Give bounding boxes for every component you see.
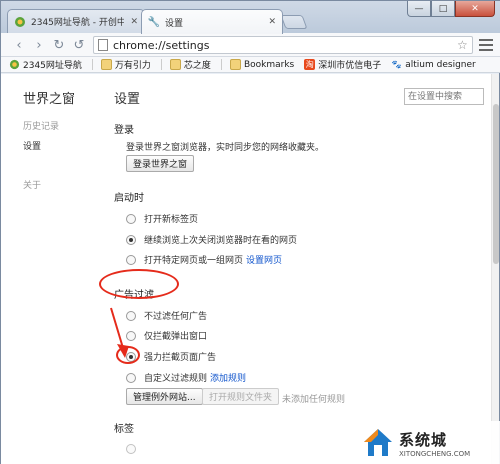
reload-icon: ↻ bbox=[53, 37, 65, 53]
bookmark-divider bbox=[160, 59, 162, 70]
restore-button[interactable]: □ bbox=[431, 1, 455, 17]
window-controls: — □ ✕ bbox=[407, 1, 495, 17]
globe-icon bbox=[9, 59, 20, 70]
close-window-button[interactable]: ✕ bbox=[455, 1, 495, 17]
sidebar-title: 世界之窗 bbox=[23, 92, 76, 107]
settings-page: 世界之窗 历史记录 设置 关于 设置 登录 登录世界之窗浏览器，实时同步您的网络… bbox=[1, 74, 493, 464]
annotation-arrow-icon bbox=[110, 307, 129, 358]
bookmark-label: 深圳市优信电子 bbox=[318, 61, 382, 71]
bookmark-altium[interactable]: 🐾 altium designer bbox=[391, 59, 476, 70]
radio-button[interactable] bbox=[126, 444, 136, 454]
bookmark-xinzhidu[interactable]: 芯之度 bbox=[169, 58, 211, 71]
startup-option-continue[interactable]: 继续浏览上次关闭浏览器时在看的网页 bbox=[126, 233, 297, 246]
star-icon[interactable]: ☆ bbox=[457, 38, 468, 52]
folder-icon bbox=[169, 59, 181, 70]
tabs-option-partial[interactable] bbox=[126, 444, 144, 454]
add-rule-link[interactable]: 添加规则 bbox=[210, 371, 246, 384]
option-label: 自定义过滤规则 bbox=[144, 374, 208, 384]
bookmark-label: 万有引力 bbox=[114, 61, 151, 71]
radio-button[interactable] bbox=[126, 234, 136, 245]
browser-window: 2345网址导航 - 开创中国 ✕ 🔧 设置 ✕ — □ ✕ ‹ › ↻ ↺ c… bbox=[0, 0, 500, 464]
undo-icon: ↺ bbox=[73, 37, 85, 53]
manage-exceptions-button[interactable]: 管理例外网站... bbox=[126, 388, 203, 405]
arrow-right-icon: › bbox=[36, 37, 42, 53]
startup-section-title: 启动时 bbox=[114, 193, 144, 204]
tab-label: 2345网址导航 - 开创中国 bbox=[31, 18, 125, 28]
radio-button[interactable] bbox=[126, 213, 136, 224]
option-label: 继续浏览上次关闭浏览器时在看的网页 bbox=[144, 236, 298, 246]
open-rules-folder-button[interactable]: 打开规则文件夹 bbox=[202, 388, 280, 405]
bookmark-wanyouyinli[interactable]: 万有引力 bbox=[100, 58, 151, 71]
bookmark-2345[interactable]: 2345网址导航 bbox=[9, 58, 82, 71]
page-title: 设置 bbox=[114, 92, 141, 107]
reload-button[interactable]: ↻ bbox=[51, 37, 67, 53]
startup-option-specific-pages[interactable]: 打开特定网页或一组网页 设置网页 bbox=[126, 253, 282, 266]
adblock-option-custom[interactable]: 自定义过滤规则 添加规则 bbox=[126, 371, 246, 384]
option-label: 强力拦截页面广告 bbox=[144, 353, 217, 363]
scrollbar[interactable] bbox=[491, 74, 499, 464]
paw-icon: 🐾 bbox=[391, 60, 402, 69]
address-bar[interactable]: chrome://settings bbox=[93, 36, 473, 54]
radio-button[interactable] bbox=[126, 254, 136, 265]
wrench-icon: 🔧 bbox=[147, 16, 161, 28]
option-label: 打开特定网页或一组网页 bbox=[144, 256, 244, 266]
option-label: 仅拦截弹出窗口 bbox=[144, 332, 208, 342]
bookmark-divider bbox=[220, 59, 222, 70]
forward-button[interactable]: › bbox=[31, 37, 47, 53]
bookmark-label: 2345网址导航 bbox=[23, 61, 82, 71]
tab-strip: 2345网址导航 - 开创中国 ✕ 🔧 设置 ✕ — □ ✕ bbox=[1, 1, 500, 34]
bookmark-divider bbox=[91, 59, 93, 70]
page-icon bbox=[98, 39, 108, 51]
radio-button[interactable] bbox=[126, 372, 136, 383]
bookmark-label: altium designer bbox=[405, 59, 476, 70]
settings-search-input[interactable] bbox=[404, 88, 484, 105]
login-section-title: 登录 bbox=[114, 125, 134, 136]
sidebar-item-about[interactable]: 关于 bbox=[23, 178, 41, 191]
bookmark-youxin[interactable]: 淘 深圳市优信电子 bbox=[304, 58, 381, 71]
scrollbar-thumb[interactable] bbox=[493, 104, 499, 264]
tab-label: 设置 bbox=[165, 18, 184, 29]
url-text: chrome://settings bbox=[113, 38, 210, 52]
no-rules-note: 未添加任何规则 bbox=[282, 395, 346, 405]
folder-icon bbox=[229, 59, 241, 70]
bookmarks-bar: 2345网址导航 万有引力 芯之度 Bookmarks 淘 深圳市优信电子 🐾 … bbox=[1, 57, 500, 73]
login-description: 登录世界之窗浏览器，实时同步您的网络收藏夹。 bbox=[126, 143, 325, 153]
bookmark-bookmarks[interactable]: Bookmarks bbox=[229, 59, 295, 70]
tab-2345[interactable]: 2345网址导航 - 开创中国 ✕ bbox=[7, 9, 145, 33]
set-pages-link[interactable]: 设置网页 bbox=[246, 253, 282, 266]
watermark-cn: 系统城 bbox=[399, 430, 448, 449]
house-logo-icon bbox=[364, 429, 392, 456]
settings-content: 设置 登录 登录世界之窗浏览器，实时同步您的网络收藏夹。 登录世界之窗 启动时 … bbox=[114, 74, 484, 464]
sidebar-item-history[interactable]: 历史记录 bbox=[23, 119, 59, 132]
option-label: 打开新标签页 bbox=[144, 215, 199, 225]
startup-option-new-tab[interactable]: 打开新标签页 bbox=[126, 212, 198, 225]
arrow-left-icon: ‹ bbox=[16, 37, 22, 53]
watermark-en: XITONGCHENG.COM bbox=[399, 449, 471, 458]
close-icon[interactable]: ✕ bbox=[268, 17, 276, 27]
settings-sidebar: 世界之窗 历史记录 设置 关于 bbox=[1, 74, 101, 464]
bookmark-label: 芯之度 bbox=[183, 61, 211, 71]
menu-icon[interactable] bbox=[479, 38, 493, 52]
option-label: 不过滤任何广告 bbox=[144, 312, 208, 322]
toolbar: ‹ › ↻ ↺ chrome://settings ☆ bbox=[1, 33, 500, 57]
undo-button[interactable]: ↺ bbox=[71, 37, 87, 53]
minimize-button[interactable]: — bbox=[407, 1, 431, 17]
shop-icon: 淘 bbox=[304, 59, 316, 70]
back-button[interactable]: ‹ bbox=[11, 37, 27, 53]
login-button[interactable]: 登录世界之窗 bbox=[126, 155, 195, 172]
bookmark-label: Bookmarks bbox=[243, 59, 295, 70]
tabs-section-title: 标签 bbox=[114, 424, 134, 435]
tab-settings[interactable]: 🔧 设置 ✕ bbox=[141, 9, 283, 34]
globe-icon bbox=[14, 16, 26, 28]
folder-icon bbox=[100, 59, 112, 70]
close-icon[interactable]: ✕ bbox=[130, 17, 138, 27]
new-tab-button[interactable] bbox=[280, 15, 308, 29]
highlight-ellipse bbox=[99, 269, 179, 299]
watermark-logo: 系统城 XITONGCHENG.COM bbox=[357, 421, 500, 464]
sidebar-item-settings[interactable]: 设置 bbox=[23, 139, 41, 152]
